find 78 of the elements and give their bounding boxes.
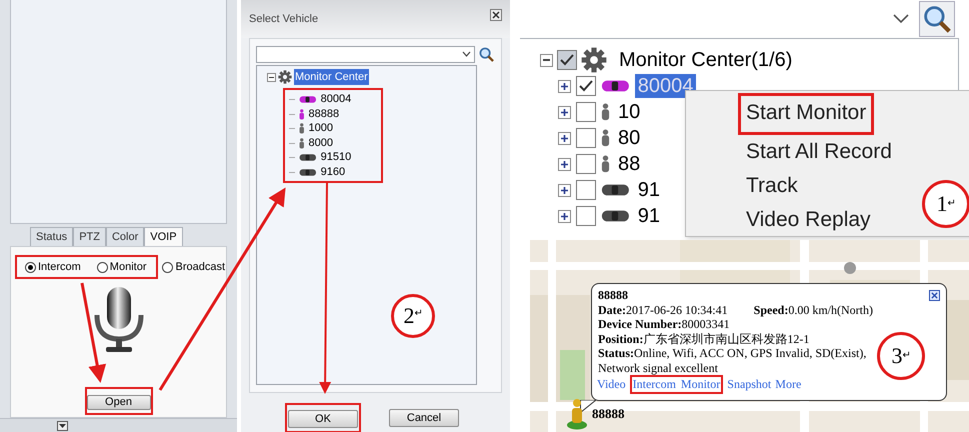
checkbox[interactable] (576, 128, 596, 148)
radio-button[interactable] (162, 262, 174, 272)
tree-item[interactable]: 80 (615, 126, 644, 150)
annotation-number: 1 (936, 193, 948, 215)
menu-item[interactable]: Video Replay (738, 203, 871, 236)
popup-link[interactable]: Intercom (632, 377, 676, 392)
radio-option[interactable]: Monitor (96, 258, 146, 276)
window-title: Select Vehicle (249, 12, 318, 27)
radio-button[interactable] (25, 262, 36, 272)
marker-label: 88888 (592, 405, 624, 423)
paragraph-mark: ↵ (414, 307, 422, 321)
tree-item[interactable]: 91 (634, 204, 664, 228)
close-icon (492, 11, 500, 19)
person-marker-icon[interactable] (566, 398, 588, 430)
tree-item[interactable]: Monitor Center(1/6) (619, 45, 792, 75)
search-button[interactable] (478, 46, 495, 62)
checkbox[interactable] (576, 76, 596, 96)
popup-link[interactable]: Snapshot (727, 377, 772, 392)
expand-icon[interactable] (558, 132, 571, 144)
close-button[interactable] (929, 290, 940, 301)
paragraph-mark: ↵ (902, 349, 910, 363)
expand-icon[interactable] (558, 210, 571, 222)
tree-item[interactable]: Monitor Center (294, 68, 369, 86)
tree-item[interactable]: 10 (615, 100, 644, 124)
tree-item[interactable]: 8000 (308, 134, 333, 152)
dialog-button[interactable]: OK (288, 410, 358, 428)
popup-link[interactable]: Monitor (680, 377, 720, 392)
microphone-icon (92, 285, 144, 355)
popup-link[interactable]: Video (597, 377, 626, 392)
collapse-icon[interactable] (267, 72, 276, 82)
tree-item[interactable]: 80004 (320, 91, 352, 108)
menu-item[interactable]: Track (738, 169, 798, 203)
menu-item[interactable]: Start Monitor (746, 96, 866, 132)
tree-item[interactable]: 9160 (320, 164, 346, 180)
radio-option[interactable]: Broadcast (162, 258, 226, 276)
tree-item[interactable]: 80004 (634, 74, 696, 98)
info-text: Device Number:80003341 (598, 317, 730, 332)
tab[interactable]: Status (30, 227, 74, 246)
tree-item[interactable]: 1000 (308, 120, 333, 137)
radio-button[interactable] (96, 262, 108, 272)
checkbox[interactable] (576, 206, 596, 226)
checkbox[interactable] (557, 50, 577, 70)
expand-icon[interactable] (558, 106, 571, 118)
gear-icon (278, 70, 292, 84)
annotation-number: 3 (892, 345, 902, 367)
expand-icon[interactable] (558, 158, 571, 170)
checkbox[interactable] (576, 180, 596, 200)
collapse-icon[interactable] (540, 54, 553, 66)
dialog-button[interactable]: Cancel (389, 409, 459, 427)
popup-link[interactable]: More (775, 377, 802, 392)
paragraph-mark: ↵ (948, 197, 956, 211)
info-text: Status:Online, Wifi, ACC ON, GPS Invalid, SD(Exist), Network signal excellent (598, 346, 868, 375)
chevron-down-icon (462, 51, 471, 57)
info-text: Position:广东省深圳市南山区科发路12-1 (598, 332, 810, 346)
search-icon (923, 5, 951, 33)
expand-icon[interactable] (558, 184, 571, 196)
tab[interactable]: Color (106, 227, 144, 246)
popup-title: 88888 (598, 288, 628, 302)
search-icon (479, 46, 494, 62)
tree-item[interactable]: 91 (634, 178, 664, 202)
tab[interactable]: PTZ (73, 227, 106, 246)
close-button[interactable] (490, 9, 502, 21)
radio-option[interactable]: Intercom (25, 258, 81, 276)
info-text: Date:2017-06-26 10:34:41 (598, 302, 728, 317)
dropdown-icon[interactable] (57, 421, 68, 431)
checkbox[interactable] (576, 154, 596, 174)
expand-icon[interactable] (558, 80, 571, 92)
info-text: Speed:0.00 km/h(North) (754, 302, 873, 317)
tree-item[interactable]: 91510 (320, 149, 352, 166)
menu-item[interactable]: Start All Record (738, 135, 892, 169)
chevron-down-icon[interactable] (893, 14, 909, 24)
tree-item[interactable]: 88 (615, 152, 644, 176)
tab[interactable]: VOIP (144, 227, 183, 246)
search-button[interactable] (919, 1, 955, 37)
annotation-number: 2 (404, 305, 414, 327)
open-button[interactable]: Open (86, 395, 150, 410)
checkbox[interactable] (576, 102, 596, 122)
tree-item[interactable]: 88888 (308, 106, 340, 122)
